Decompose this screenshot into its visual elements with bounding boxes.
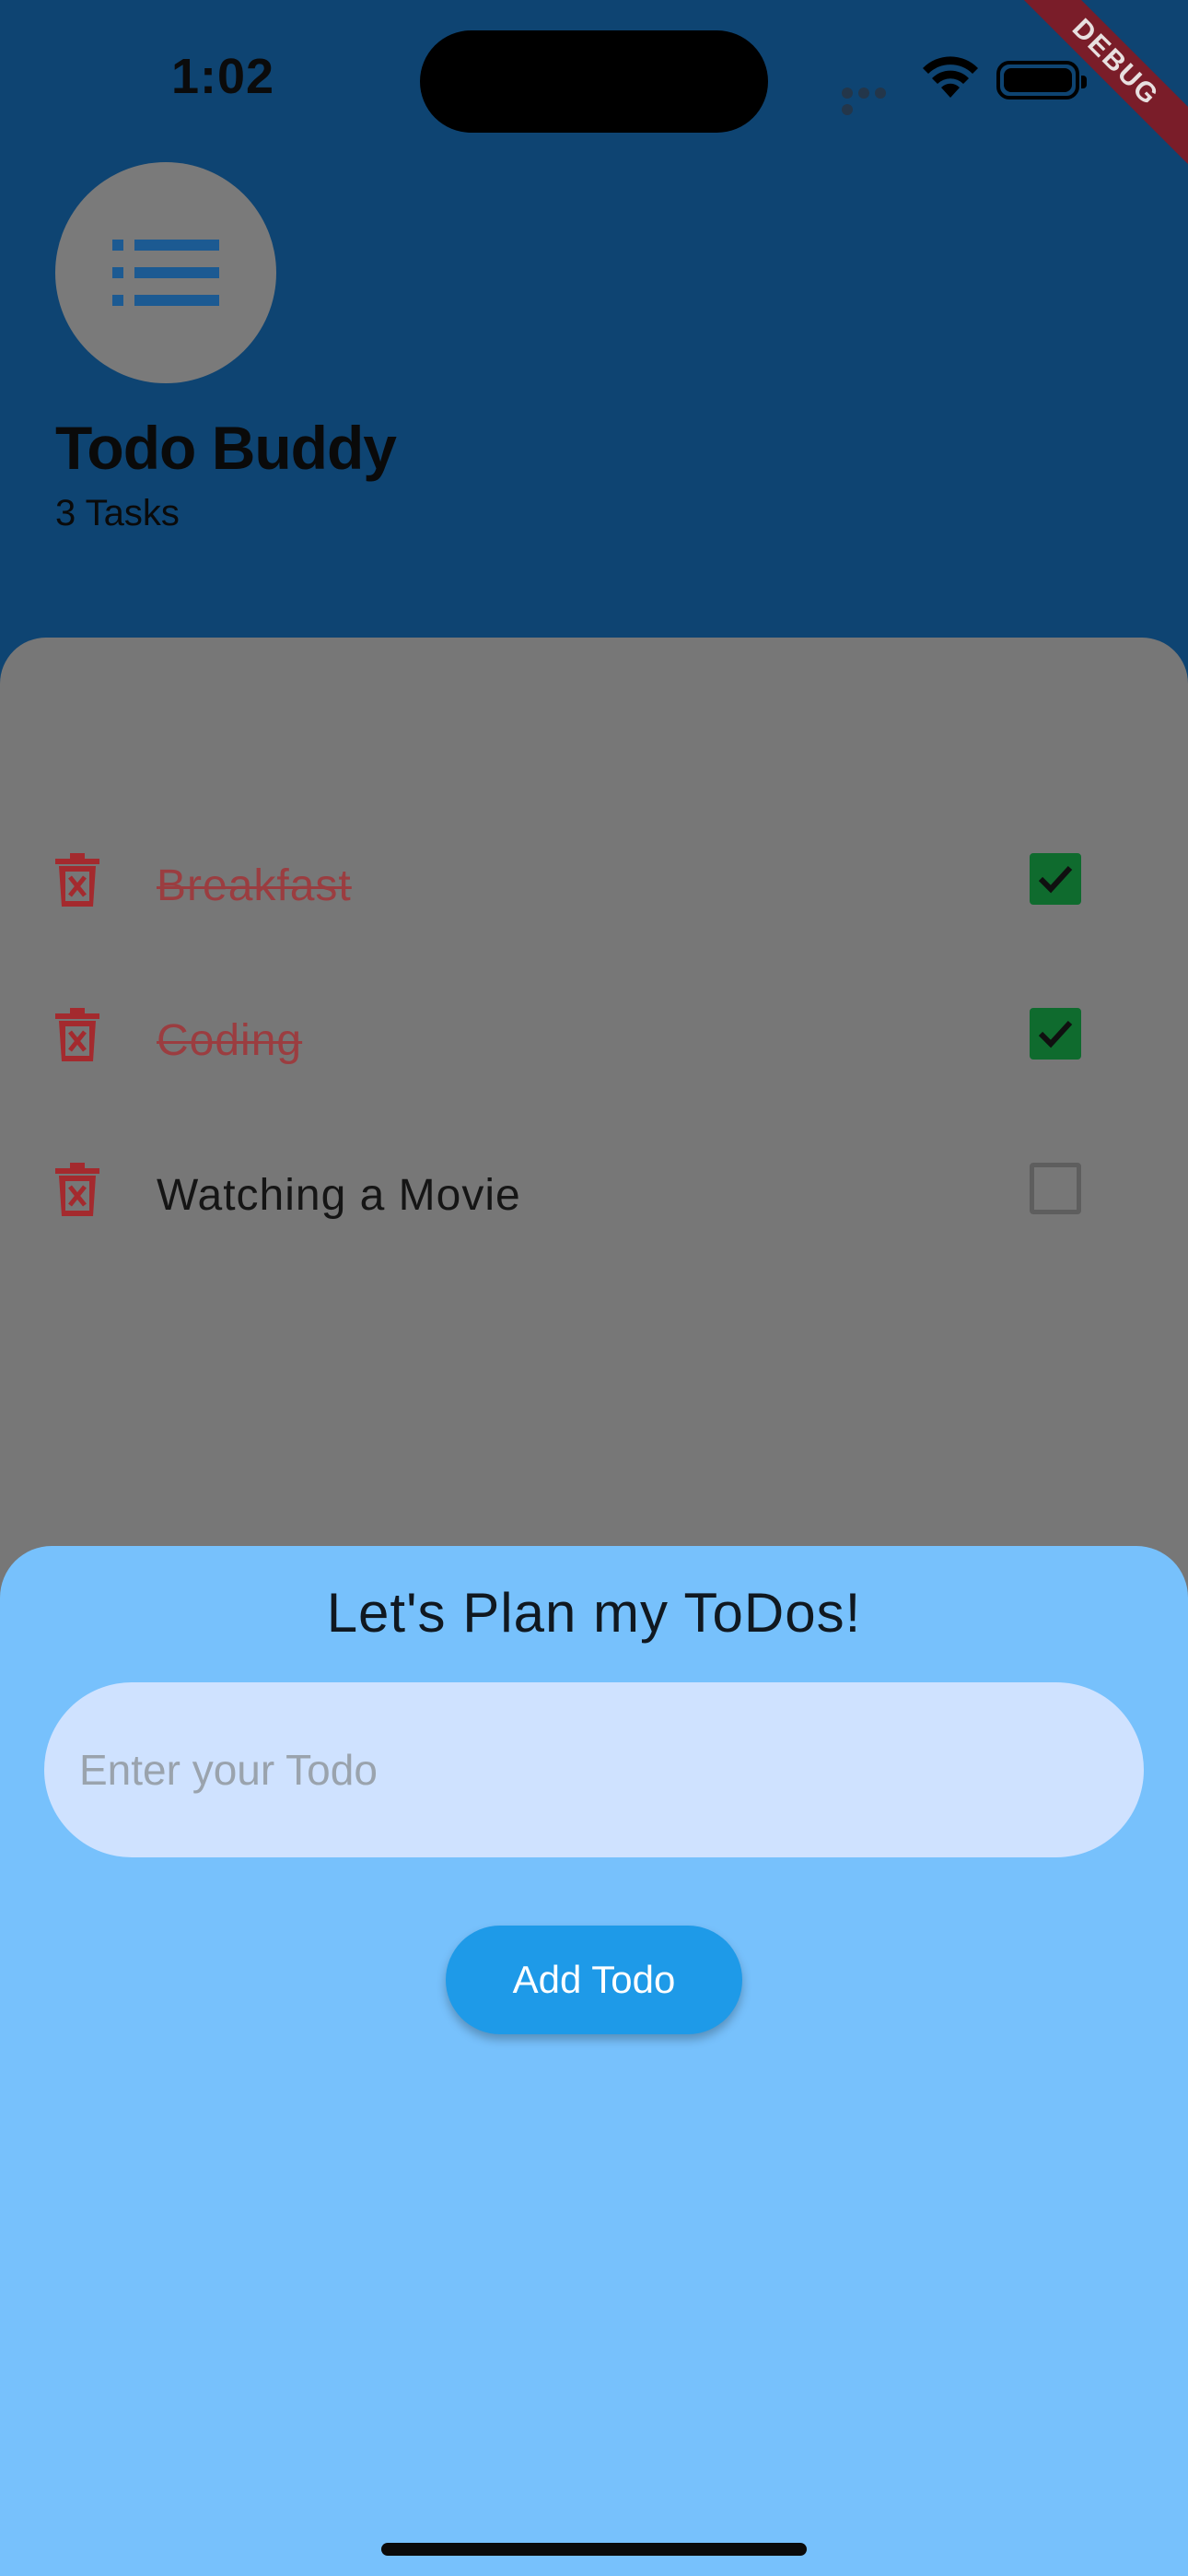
check-icon [1038,865,1073,894]
todo-checkbox[interactable] [1030,853,1081,905]
todo-item: Breakfast [0,837,1188,938]
add-todo-button[interactable]: Add Todo [446,1926,742,2034]
wifi-icon [921,55,980,100]
todo-item: Watching a Movie [0,1146,1188,1247]
todo-text: Watching a Movie [157,1171,521,1220]
task-count: 3 Tasks [55,493,180,533]
debug-banner: DEBUG [1004,0,1188,184]
todo-text: Breakfast [157,861,352,910]
list-icon [112,240,219,306]
todo-checkbox[interactable] [1030,1008,1081,1060]
sheet-title: Let's Plan my ToDos! [326,1582,862,1644]
todo-text: Coding [157,1016,303,1065]
cellular-signal-icon [842,87,906,115]
debug-banner-label: DEBUG [1006,0,1188,172]
check-icon [1038,1020,1073,1048]
app-avatar [55,162,276,383]
home-indicator [381,2543,807,2556]
trash-icon[interactable] [55,1163,99,1216]
todo-checkbox[interactable] [1030,1163,1081,1214]
trash-icon[interactable] [55,1008,99,1061]
dynamic-island [420,30,768,133]
todo-input[interactable] [44,1682,1144,1857]
trash-icon[interactable] [55,853,99,907]
status-time: 1:02 [171,49,275,104]
todo-item: Coding [0,991,1188,1093]
app-title: Todo Buddy [55,414,397,482]
